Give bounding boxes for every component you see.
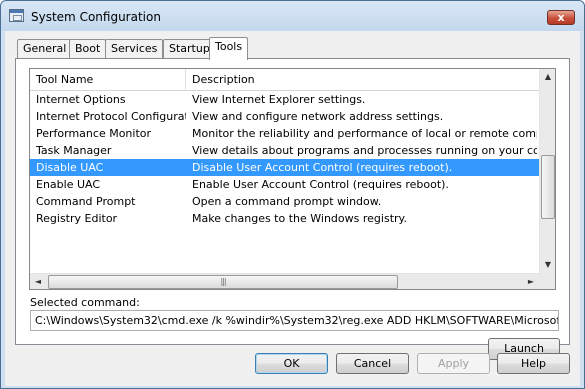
- tool-description: View Internet Explorer settings.: [192, 93, 366, 106]
- tools-list[interactable]: Tool Name Description Internet Options V…: [29, 68, 556, 290]
- tab-general[interactable]: General: [17, 39, 73, 59]
- column-header-tool-name[interactable]: Tool Name: [36, 73, 93, 86]
- tools-list-header: Tool Name Description: [30, 69, 539, 91]
- cancel-button[interactable]: Cancel: [336, 353, 409, 374]
- msconfig-app-icon: [9, 9, 24, 22]
- list-item-command-prompt[interactable]: Command Prompt Open a command prompt win…: [30, 193, 539, 210]
- tool-name: Internet Options: [36, 93, 126, 106]
- tool-description: View and configure network address setti…: [192, 110, 444, 123]
- vertical-scroll-thumb[interactable]: [541, 155, 555, 219]
- tab-tools[interactable]: Tools: [209, 37, 249, 60]
- window-title: System Configuration: [31, 10, 161, 24]
- column-divider[interactable]: [185, 69, 186, 90]
- tool-description: View details about programs and processe…: [192, 144, 537, 157]
- tab-startup[interactable]: Startup: [163, 39, 216, 59]
- tool-name: Enable UAC: [36, 178, 101, 191]
- tool-name: Internet Protocol Configurat...: [36, 110, 186, 123]
- scrollbar-corner: [539, 273, 555, 289]
- close-button[interactable]: x: [547, 10, 575, 25]
- list-item-task-manager[interactable]: Task Manager View details about programs…: [30, 142, 539, 159]
- selected-command-label: Selected command:: [30, 296, 140, 309]
- scroll-down-arrow-icon[interactable]: ▼: [540, 257, 555, 273]
- list-item-disable-uac[interactable]: Disable UAC Disable User Account Control…: [30, 159, 539, 176]
- tool-description: Enable User Account Control (requires re…: [192, 178, 449, 191]
- tool-description: Disable User Account Control (requires r…: [192, 161, 453, 174]
- scroll-left-arrow-icon[interactable]: ◄: [30, 274, 46, 289]
- scroll-right-arrow-icon[interactable]: ►: [523, 274, 539, 289]
- tool-description: Open a command prompt window.: [192, 195, 382, 208]
- tool-name: Task Manager: [36, 144, 112, 157]
- tab-services[interactable]: Services: [105, 39, 164, 59]
- title-bar[interactable]: System Configuration x: [1, 1, 584, 31]
- list-item-registry-editor[interactable]: Registry Editor Make changes to the Wind…: [30, 210, 539, 227]
- column-header-description[interactable]: Description: [192, 73, 255, 86]
- close-icon: x: [557, 11, 565, 24]
- system-configuration-window: System Configuration x General Boot Serv…: [0, 0, 585, 389]
- selected-command-field[interactable]: C:\Windows\System32\cmd.exe /k %windir%\…: [30, 310, 559, 331]
- list-item-internet-options[interactable]: Internet Options View Internet Explorer …: [30, 91, 539, 108]
- tools-tab-panel: Tool Name Description Internet Options V…: [15, 58, 570, 360]
- apply-button: Apply: [417, 353, 490, 374]
- horizontal-scroll-thumb[interactable]: |||: [48, 275, 398, 289]
- ok-button[interactable]: OK: [255, 353, 328, 374]
- tool-description: Make changes to the Windows registry.: [192, 212, 407, 225]
- list-item-enable-uac[interactable]: Enable UAC Enable User Account Control (…: [30, 176, 539, 193]
- thumb-grip-icon: |||: [220, 277, 226, 286]
- tab-boot[interactable]: Boot: [69, 39, 107, 59]
- tool-name: Command Prompt: [36, 195, 136, 208]
- tool-name: Disable UAC: [36, 161, 104, 174]
- help-button[interactable]: Help: [497, 353, 570, 374]
- list-item-performance-monitor[interactable]: Performance Monitor Monitor the reliabil…: [30, 125, 539, 142]
- horizontal-scrollbar[interactable]: ◄ ||| ►: [30, 273, 539, 289]
- scroll-up-arrow-icon[interactable]: ▲: [540, 69, 555, 85]
- list-item-internet-protocol-configuration[interactable]: Internet Protocol Configurat... View and…: [30, 108, 539, 125]
- tool-description: Monitor the reliability and performance …: [192, 127, 537, 140]
- tool-name: Registry Editor: [36, 212, 118, 225]
- vertical-scrollbar[interactable]: ▲ ▼: [539, 69, 555, 273]
- tool-name: Performance Monitor: [36, 127, 152, 140]
- dialog-client-area: General Boot Services Startup Tools Tool…: [5, 31, 580, 386]
